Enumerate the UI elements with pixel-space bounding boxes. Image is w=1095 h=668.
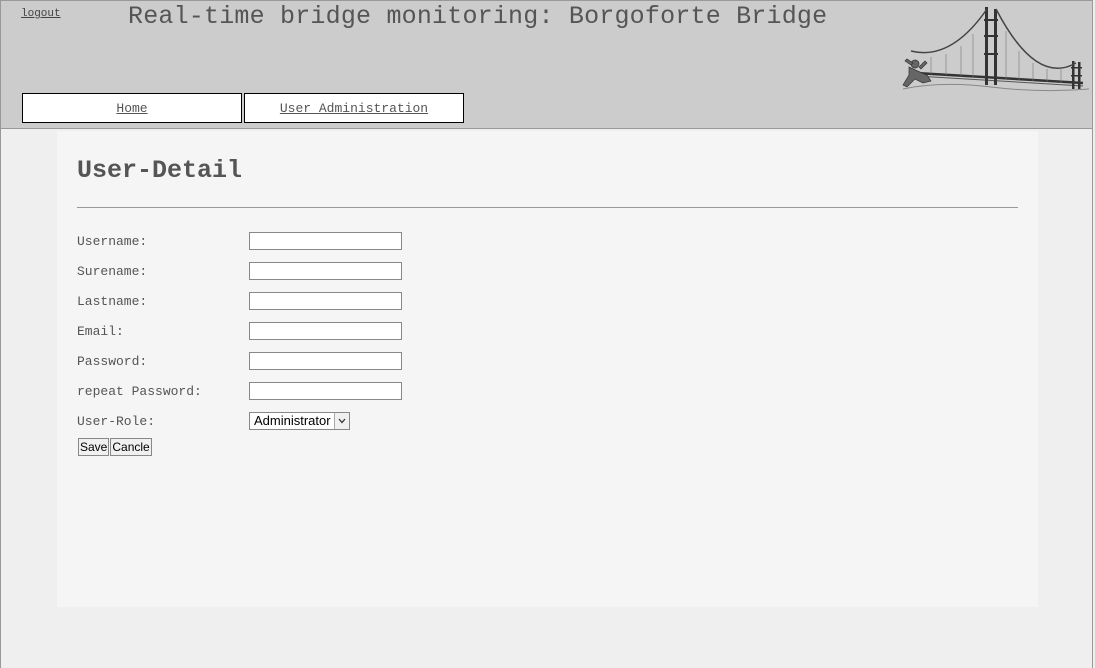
header: logout Real-time bridge monitoring: Borg…: [1, 0, 1092, 129]
password-label: Password:: [77, 353, 148, 369]
email-row: Email:: [77, 321, 402, 341]
username-label: Username:: [77, 233, 148, 249]
username-row: Username:: [77, 231, 402, 251]
cancel-button[interactable]: Cancle: [110, 438, 152, 456]
nav-tab-user-administration[interactable]: User Administration: [244, 93, 464, 123]
divider: [77, 207, 1018, 208]
bridge-logo-icon: [902, 7, 1090, 92]
page-heading: User-Detail: [77, 156, 243, 185]
username-input[interactable]: [249, 232, 402, 250]
nav-tab-home[interactable]: Home: [22, 93, 242, 123]
lastname-label: Lastname:: [77, 293, 148, 309]
content-panel: User-Detail Username: Surename: Lastname…: [57, 131, 1038, 607]
repeat-password-input[interactable]: [249, 382, 402, 400]
lastname-input[interactable]: [249, 292, 402, 310]
user-role-select[interactable]: Administrator: [249, 412, 350, 430]
password-input[interactable]: [249, 352, 402, 370]
form-buttons: Save Cancle: [78, 438, 153, 456]
surename-label: Surename:: [77, 263, 148, 279]
site-title: Real-time bridge monitoring: Borgoforte …: [128, 2, 828, 31]
user-role-selected-value: Administrator: [254, 413, 331, 428]
nav-bar: Home User Administration: [22, 93, 466, 123]
page: logout Real-time bridge monitoring: Borg…: [0, 0, 1093, 668]
user-role-row: User-Role: Administrator: [77, 411, 350, 431]
save-button[interactable]: Save: [78, 438, 110, 456]
surename-input[interactable]: [249, 262, 402, 280]
email-input[interactable]: [249, 322, 402, 340]
repeat-password-label: repeat Password:: [77, 383, 202, 399]
logout-link[interactable]: logout: [21, 8, 61, 20]
repeat-password-row: repeat Password:: [77, 381, 402, 401]
email-label: Email:: [77, 323, 124, 339]
lastname-row: Lastname:: [77, 291, 402, 311]
surename-row: Surename:: [77, 261, 402, 281]
user-role-label: User-Role:: [77, 413, 156, 429]
password-row: Password:: [77, 351, 402, 371]
chevron-down-icon[interactable]: [333, 413, 349, 429]
